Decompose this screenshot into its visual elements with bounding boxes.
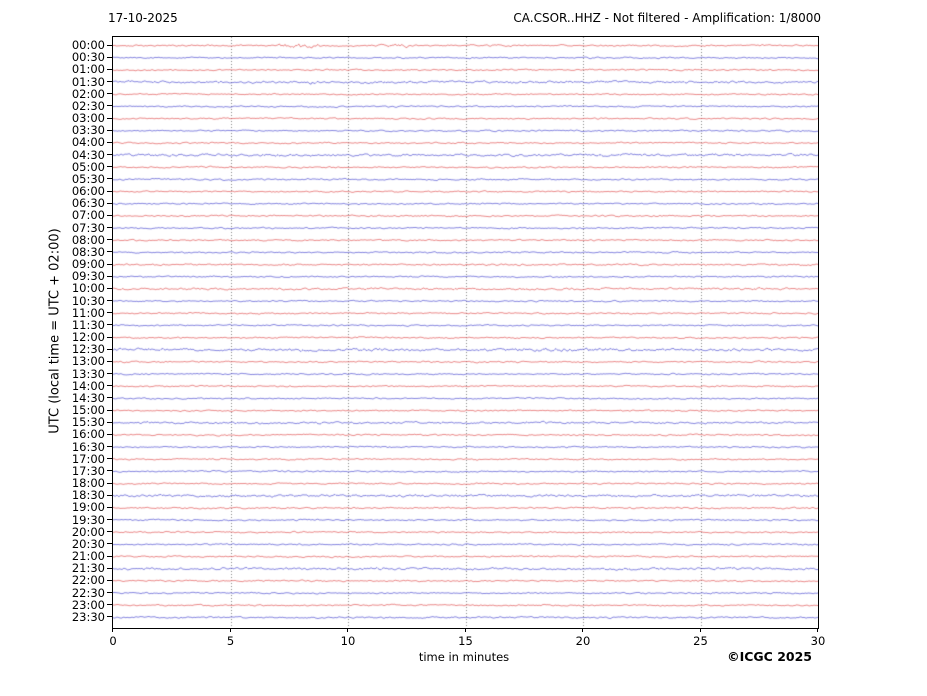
y-tick-mark <box>107 264 112 265</box>
y-tick-mark <box>107 324 112 325</box>
y-tick-mark <box>107 410 112 411</box>
y-tick-mark <box>107 130 112 131</box>
y-tick-label: 23:30 <box>71 609 105 624</box>
y-tick-mark <box>107 81 112 82</box>
y-tick-mark <box>107 154 112 155</box>
copyright-credit: ©ICGC 2025 <box>727 649 812 664</box>
y-tick-mark <box>107 300 112 301</box>
y-tick-mark <box>107 385 112 386</box>
y-tick-mark <box>107 556 112 557</box>
y-tick-mark <box>107 203 112 204</box>
y-tick-mark <box>107 373 112 374</box>
y-tick-mark <box>107 519 112 520</box>
x-tick-mark <box>465 628 466 632</box>
date-label: 17-10-2025 <box>108 11 178 25</box>
x-tick-label: 0 <box>109 634 117 648</box>
y-tick-mark <box>107 118 112 119</box>
y-tick-mark <box>107 288 112 289</box>
y-tick-mark <box>107 251 112 252</box>
y-tick-mark <box>107 568 112 569</box>
x-tick-label: 10 <box>340 634 356 648</box>
x-tick-label: 25 <box>693 634 708 648</box>
y-tick-mark <box>107 580 112 581</box>
x-tick-label: 15 <box>458 634 473 648</box>
plot-area <box>112 36 819 629</box>
x-tick-mark <box>112 628 113 632</box>
y-tick-mark <box>107 93 112 94</box>
y-tick-mark <box>107 507 112 508</box>
trace-canvas <box>113 37 818 628</box>
y-tick-mark <box>107 105 112 106</box>
y-tick-mark <box>107 446 112 447</box>
plot-title: CA.CSOR..HHZ - Not filtered - Amplificat… <box>513 11 821 25</box>
x-axis-label: time in minutes <box>418 650 510 664</box>
y-tick-mark <box>107 592 112 593</box>
y-tick-mark <box>107 57 112 58</box>
y-tick-mark <box>107 312 112 313</box>
y-tick-mark <box>107 191 112 192</box>
y-tick-mark <box>107 397 112 398</box>
y-tick-mark <box>107 349 112 350</box>
y-tick-mark <box>107 215 112 216</box>
y-tick-mark <box>107 470 112 471</box>
y-tick-mark <box>107 227 112 228</box>
y-tick-mark <box>107 166 112 167</box>
y-tick-mark <box>107 178 112 179</box>
y-tick-mark <box>107 337 112 338</box>
y-tick-mark <box>107 543 112 544</box>
x-tick-mark <box>582 628 583 632</box>
y-tick-mark <box>107 434 112 435</box>
x-tick-mark <box>817 628 818 632</box>
y-tick-mark <box>107 531 112 532</box>
y-tick-mark <box>107 458 112 459</box>
y-tick-mark <box>107 616 112 617</box>
x-tick-label: 5 <box>226 634 235 648</box>
x-tick-label: 30 <box>810 634 826 648</box>
y-tick-mark <box>107 45 112 46</box>
y-tick-mark <box>107 495 112 496</box>
y-tick-mark <box>107 483 112 484</box>
helicorder-figure: 17-10-2025 CA.CSOR..HHZ - Not filtered -… <box>0 0 927 696</box>
x-tick-mark <box>700 628 701 632</box>
x-tick-label: 20 <box>575 634 591 648</box>
x-tick-mark <box>347 628 348 632</box>
y-tick-mark <box>107 239 112 240</box>
y-tick-mark <box>107 361 112 362</box>
y-tick-mark <box>107 276 112 277</box>
y-tick-mark <box>107 69 112 70</box>
y-tick-mark <box>107 142 112 143</box>
y-tick-mark <box>107 604 112 605</box>
x-tick-mark <box>230 628 231 632</box>
y-tick-mark <box>107 422 112 423</box>
